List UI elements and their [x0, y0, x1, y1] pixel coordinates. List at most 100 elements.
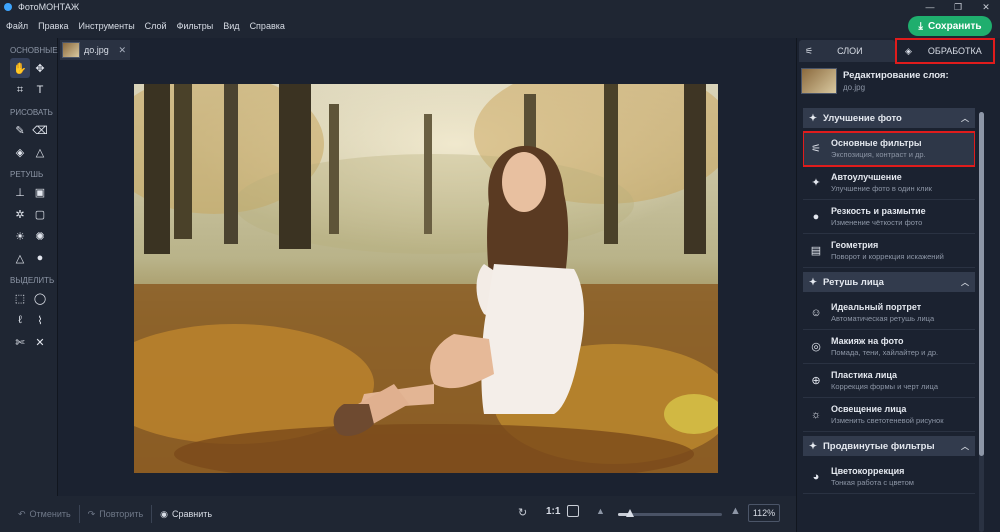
panel-tabs: ⚟ СЛОИ ◈ ОБРАБОТКА [797, 38, 1000, 64]
document-tab[interactable]: до.jpg ✕ [60, 40, 130, 60]
menu-filters[interactable]: Фильтры [177, 21, 214, 31]
redo-button[interactable]: ↷ Повторить [88, 509, 143, 520]
menu-help[interactable]: Справка [250, 21, 285, 31]
poly-lasso-icon[interactable]: ⌇ [30, 310, 50, 330]
compare-button[interactable]: ◉ Сравнить [160, 509, 212, 520]
eraser-icon[interactable]: ⌫ [30, 120, 50, 140]
list-item-subtitle: Изменение чёткости фото [831, 218, 923, 227]
magic-select-icon[interactable]: ✄ [10, 332, 30, 352]
rect-select-icon[interactable]: ⬚ [10, 288, 30, 308]
move-icon[interactable]: ✥ [30, 58, 50, 78]
canvas-area[interactable] [58, 60, 796, 496]
list-item-subtitle: Автоматическая ретушь лица [831, 314, 935, 323]
triangle-icon[interactable]: △ [10, 248, 30, 268]
chevron-up-icon[interactable]: ︿ [961, 113, 969, 124]
zoom-slider[interactable] [618, 509, 722, 517]
brush-icon[interactable]: ✎ [10, 120, 30, 140]
rotate-icon[interactable]: ↻ [518, 506, 527, 519]
zoom-slider-handle[interactable] [626, 509, 635, 517]
menu-view[interactable]: Вид [223, 21, 239, 31]
group-header[interactable]: ✦ Улучшение фото ︿ [803, 108, 975, 128]
text-icon[interactable]: T [30, 80, 50, 100]
app-title: ФотоМОНТАЖ [18, 2, 80, 12]
patch-icon[interactable]: ▣ [30, 182, 50, 202]
list-item-text: Пластика лица Коррекция формы и черт лица [831, 370, 938, 391]
lasso-icon[interactable]: ℓ [10, 310, 30, 330]
list-item-subtitle: Тонкая работа с цветом [831, 478, 914, 487]
image-frame-icon: ▤ [810, 245, 822, 257]
divider [151, 505, 153, 523]
zoom-level[interactable]: 112% [748, 504, 780, 522]
document-tabs: до.jpg ✕ [58, 38, 796, 60]
tool-grid: ⬚ ◯ ℓ ⌇ ✄ ✕ [0, 288, 57, 352]
makeup-icon: ◎ [811, 341, 821, 353]
list-item-title: Геометрия [831, 240, 879, 250]
list-item[interactable]: ◎ Макияж на фото Помада, тени, хайлайтер и… [803, 330, 975, 364]
menu-tools[interactable]: Инструменты [79, 21, 135, 31]
drop-icon[interactable]: ● [30, 248, 50, 268]
save-button[interactable]: ⤓ Сохранить [908, 16, 992, 36]
document-thumbnail [62, 42, 80, 58]
list-item[interactable]: ✦ Автоулучшение Улучшение фото в один клик [803, 166, 975, 200]
ellipse-select-icon[interactable]: ◯ [30, 288, 50, 308]
crop-icon[interactable]: ⌗ [10, 80, 30, 100]
list-item-text: Основные фильтры Экспозиция, контраст и д… [831, 138, 926, 159]
shapes-icon[interactable]: △ [30, 142, 50, 162]
list-item[interactable]: ◕ Цветокоррекция Тонкая работа с цветом [803, 460, 975, 494]
maximize-button[interactable]: ❐ [944, 0, 972, 14]
group-title: Ретушь лица [822, 276, 884, 288]
tool-section-label: ВЫДЕЛИТЬ [10, 276, 55, 285]
heal-icon[interactable]: ✲ [10, 204, 30, 224]
list-item-subtitle: Поворот и коррекция искажений [831, 252, 944, 261]
group-header[interactable]: ✦ Продвинутые фильтры ︿ [803, 436, 975, 456]
scrollbar[interactable] [979, 112, 984, 532]
redo-label: Повторить [99, 509, 144, 519]
list-item[interactable]: ⚟ Основные фильтры Экспозиция, контраст и … [803, 131, 975, 167]
magic-wand-icon[interactable]: ✕ [30, 332, 50, 352]
list-item[interactable]: ☼ Освещение лица Изменить светотеневой рис… [803, 398, 975, 432]
dodge-icon[interactable]: ✺ [30, 226, 50, 246]
menu-file[interactable]: Файл [6, 21, 28, 31]
fit-screen-icon[interactable] [567, 505, 579, 517]
list-item[interactable]: ● Резкость и размытие Изменение чёткости ф… [803, 200, 975, 234]
layer-header: Редактирование слоя: до.jpg [801, 64, 997, 98]
tab-processing[interactable]: ◈ ОБРАБОТКА [895, 38, 995, 64]
list-item-subtitle: Коррекция формы и черт лица [831, 382, 939, 391]
menu-layer[interactable]: Слой [145, 21, 167, 31]
undo-button[interactable]: ↶ Отменить [18, 509, 71, 520]
close-button[interactable]: ✕ [972, 0, 1000, 14]
zoom-out-icon[interactable]: ▲ [596, 506, 605, 516]
zoom-in-icon[interactable]: ▲ [730, 505, 741, 517]
chevron-up-icon[interactable]: ︿ [961, 441, 969, 452]
hand-icon[interactable]: ✋ [10, 58, 30, 78]
tool-grid: ✋ ✥ ⌗ T [0, 58, 57, 100]
menu-edit[interactable]: Правка [38, 21, 68, 31]
list-item-text: Цветокоррекция Тонкая работа с цветом [831, 466, 914, 487]
frame-icon[interactable]: ▢ [30, 204, 50, 224]
list-item[interactable]: ☺ Идеальный портрет Автоматическая ретушь … [803, 296, 975, 330]
list-item[interactable]: ▤ Геометрия Поворот и коррекция искажений [803, 234, 975, 268]
list-item-title: Освещение лица [831, 404, 907, 414]
layer-thumbnail [801, 68, 837, 94]
list-item-text: Геометрия Поворот и коррекция искажений [831, 240, 944, 261]
stamp-icon[interactable]: ⊥ [10, 182, 30, 202]
group-header[interactable]: ✦ Ретушь лица ︿ [803, 272, 975, 292]
document-tab-name: до.jpg [84, 45, 109, 55]
scrollbar-thumb[interactable] [979, 112, 984, 456]
face-shape-icon: ⊕ [811, 375, 821, 387]
tool-section-label: ОСНОВНЫЕ [10, 46, 58, 55]
list-item-text: Макияж на фото Помада, тени, хайлайтер и … [831, 336, 938, 357]
actual-size-button[interactable]: 1:1 [546, 506, 560, 517]
list-item[interactable]: ⊕ Пластика лица Коррекция формы и черт лиц… [803, 364, 975, 398]
light-icon[interactable]: ☀ [10, 226, 30, 246]
close-tab-icon[interactable]: ✕ [118, 45, 126, 56]
minimize-button[interactable]: — [916, 0, 944, 14]
chevron-up-icon[interactable]: ︿ [961, 277, 969, 288]
sliders-icon: ⚟ [805, 45, 814, 56]
tool-grid: ⊥ ▣ ✲ ▢ ☀ ✺ △ ● [0, 182, 57, 268]
list-item-subtitle: Улучшение фото в один клик [831, 184, 932, 193]
tab-layers[interactable]: ⚟ СЛОИ [799, 40, 895, 62]
list-item-title: Идеальный портрет [831, 302, 922, 312]
photo-canvas[interactable] [134, 84, 718, 473]
fill-icon[interactable]: ◈ [10, 142, 30, 162]
